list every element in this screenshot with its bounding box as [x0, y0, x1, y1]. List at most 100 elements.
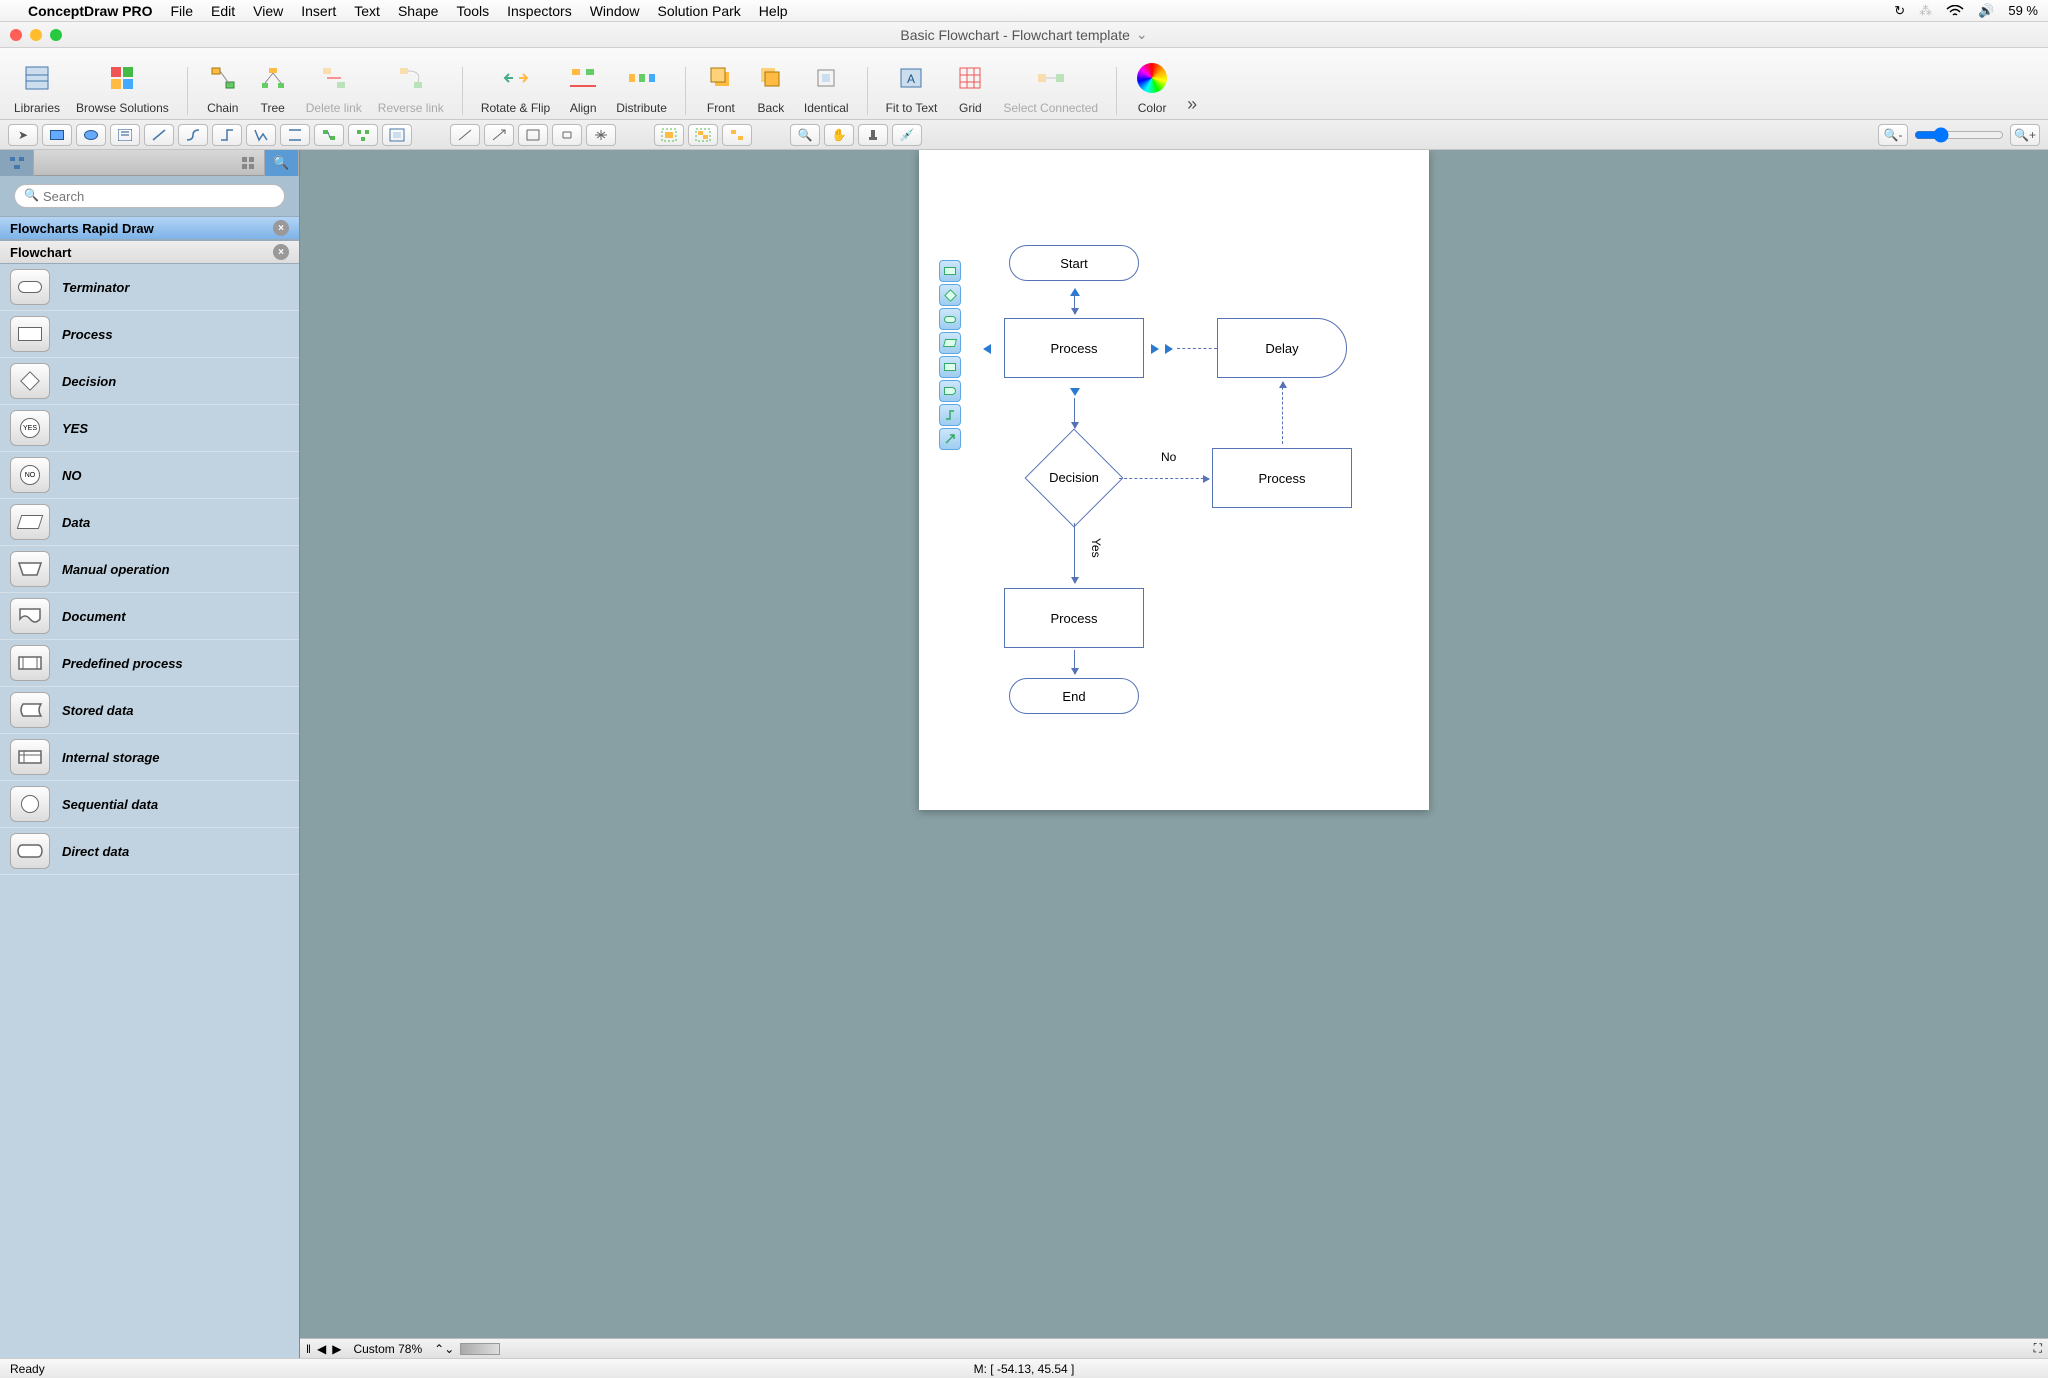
- zoom-label[interactable]: Custom 78%: [347, 1342, 428, 1356]
- app-name[interactable]: ConceptDraw PRO: [28, 3, 152, 19]
- pan-tool[interactable]: ✋: [824, 124, 854, 146]
- prev-page[interactable]: ◀: [317, 1342, 326, 1356]
- clock-icon[interactable]: ↻: [1894, 3, 1905, 19]
- close-icon[interactable]: ×: [273, 220, 289, 236]
- menu-window[interactable]: Window: [590, 3, 640, 19]
- connector-3[interactable]: [212, 124, 242, 146]
- menu-insert[interactable]: Insert: [301, 3, 336, 19]
- bluetooth-icon[interactable]: ⁂: [1919, 3, 1932, 19]
- qp-delay[interactable]: [939, 380, 961, 402]
- handle-right-2[interactable]: [1165, 344, 1175, 354]
- shape-process-3[interactable]: Process: [1004, 588, 1144, 648]
- shape-item-data[interactable]: Data: [0, 499, 299, 546]
- menu-file[interactable]: File: [170, 3, 193, 19]
- container-tool[interactable]: [382, 124, 412, 146]
- qp-arrow[interactable]: [939, 428, 961, 450]
- shape-item-yes[interactable]: YESYES: [0, 405, 299, 452]
- qp-process[interactable]: [939, 260, 961, 282]
- tb-distribute[interactable]: Distribute: [616, 57, 667, 115]
- fit-page-icon[interactable]: ⛶: [2034, 1341, 2042, 1356]
- shape-item-sequential[interactable]: Sequential data: [0, 781, 299, 828]
- shape-item-predefined[interactable]: Predefined process: [0, 640, 299, 687]
- side-tab-search[interactable]: 🔍: [265, 150, 299, 176]
- handle-up[interactable]: [1070, 286, 1080, 296]
- group-tool-2[interactable]: [688, 124, 718, 146]
- connector-6[interactable]: [314, 124, 344, 146]
- group-tool-1[interactable]: [654, 124, 684, 146]
- title-dropdown-icon[interactable]: ⌄: [1136, 26, 1148, 43]
- shape-item-direct[interactable]: Direct data: [0, 828, 299, 875]
- menu-inspectors[interactable]: Inspectors: [507, 3, 572, 19]
- next-page[interactable]: ▶: [332, 1342, 341, 1356]
- page[interactable]: Start Process Delay Decision: [919, 150, 1429, 810]
- connector-7[interactable]: [348, 124, 378, 146]
- canvas-viewport[interactable]: Start Process Delay Decision: [300, 150, 2048, 1338]
- tb-align[interactable]: Align: [566, 57, 600, 115]
- qp-decision[interactable]: [939, 284, 961, 306]
- handle-right[interactable]: [1151, 344, 1161, 354]
- shape-item-internal[interactable]: Internal storage: [0, 734, 299, 781]
- tb-color[interactable]: Color: [1135, 57, 1169, 115]
- zoom-stepper[interactable]: ⌃⌄: [434, 1342, 454, 1356]
- shape-delay[interactable]: Delay: [1217, 318, 1347, 378]
- group-tool-3[interactable]: [722, 124, 752, 146]
- menu-shape[interactable]: Shape: [398, 3, 438, 19]
- shape-item-terminator[interactable]: Terminator: [0, 264, 299, 311]
- lib-header-flowchart[interactable]: Flowchart ×: [0, 240, 299, 264]
- shape-item-manual[interactable]: Manual operation: [0, 546, 299, 593]
- shape-item-no[interactable]: NONO: [0, 452, 299, 499]
- line-tool-3[interactable]: [518, 124, 548, 146]
- side-tab-tree[interactable]: [0, 150, 34, 176]
- shape-item-stored[interactable]: Stored data: [0, 687, 299, 734]
- lib-header-rapid-draw[interactable]: Flowcharts Rapid Draw ×: [0, 216, 299, 240]
- tb-back[interactable]: Back: [754, 57, 788, 115]
- tb-tree[interactable]: Tree: [256, 57, 290, 115]
- tb-rotate-flip[interactable]: Rotate & Flip: [481, 57, 550, 115]
- volume-icon[interactable]: 🔊: [1978, 3, 1994, 19]
- line-tool-5[interactable]: [586, 124, 616, 146]
- toolbar-overflow[interactable]: »: [1181, 94, 1203, 115]
- ellipse-tool[interactable]: [76, 124, 106, 146]
- shape-item-document[interactable]: Document: [0, 593, 299, 640]
- tb-chain[interactable]: Chain: [206, 57, 240, 115]
- connector-1[interactable]: [144, 124, 174, 146]
- qp-document[interactable]: [939, 356, 961, 378]
- page-tabs[interactable]: [460, 1343, 500, 1355]
- menu-text[interactable]: Text: [354, 3, 380, 19]
- shape-start[interactable]: Start: [1009, 245, 1139, 281]
- handle-left[interactable]: [981, 344, 991, 354]
- qp-connector[interactable]: [939, 404, 961, 426]
- pause-icon[interactable]: ‖: [306, 1342, 311, 1356]
- line-tool-4[interactable]: [552, 124, 582, 146]
- tb-identical[interactable]: Identical: [804, 57, 849, 115]
- tb-browse-solutions[interactable]: Browse Solutions: [76, 57, 169, 115]
- zoom-in-button[interactable]: 🔍+: [2010, 124, 2040, 146]
- handle-down[interactable]: [1070, 388, 1080, 398]
- zoom-slider[interactable]: [1914, 127, 2004, 143]
- qp-data[interactable]: [939, 332, 961, 354]
- zoom-window[interactable]: [50, 29, 62, 41]
- tb-front[interactable]: Front: [704, 57, 738, 115]
- shape-item-decision[interactable]: Decision: [0, 358, 299, 405]
- tb-fit-text[interactable]: AFit to Text: [886, 57, 938, 115]
- tb-libraries[interactable]: Libraries: [14, 57, 60, 115]
- search-input[interactable]: [14, 184, 285, 208]
- shape-end[interactable]: End: [1009, 678, 1139, 714]
- shape-decision[interactable]: Decision: [1024, 428, 1124, 528]
- qp-terminator[interactable]: [939, 308, 961, 330]
- zoom-out-button[interactable]: 🔍-: [1878, 124, 1908, 146]
- zoom-tool[interactable]: 🔍: [790, 124, 820, 146]
- minimize-window[interactable]: [30, 29, 42, 41]
- close-window[interactable]: [10, 29, 22, 41]
- tb-grid[interactable]: Grid: [953, 57, 987, 115]
- menu-edit[interactable]: Edit: [211, 3, 235, 19]
- menu-solution-park[interactable]: Solution Park: [658, 3, 741, 19]
- menu-help[interactable]: Help: [759, 3, 788, 19]
- connector-5[interactable]: [280, 124, 310, 146]
- connector-4[interactable]: [246, 124, 276, 146]
- line-tool-1[interactable]: [450, 124, 480, 146]
- text-tool[interactable]: [110, 124, 140, 146]
- shape-process-1[interactable]: Process: [1004, 318, 1144, 378]
- close-icon[interactable]: ×: [273, 244, 289, 260]
- stamp-tool[interactable]: [858, 124, 888, 146]
